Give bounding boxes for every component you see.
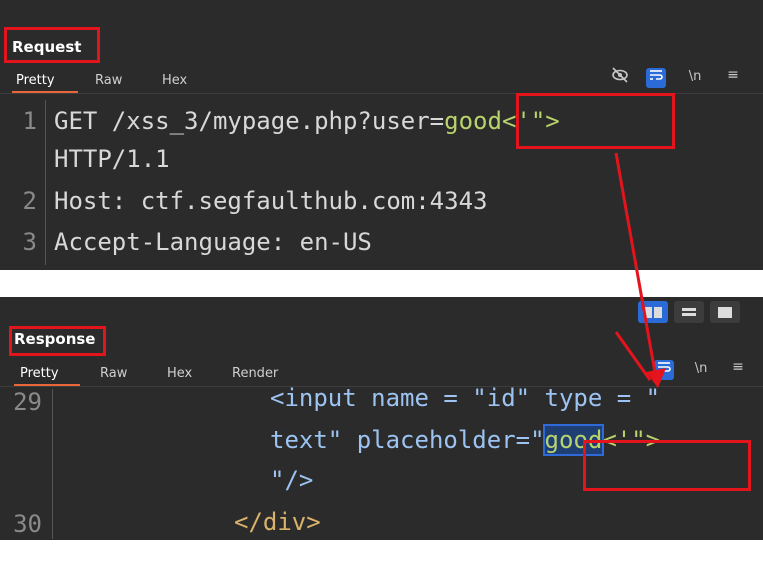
arrow-line bbox=[614, 152, 658, 379]
arrow-line-2 bbox=[614, 331, 652, 381]
annotation-arrows bbox=[614, 152, 666, 388]
